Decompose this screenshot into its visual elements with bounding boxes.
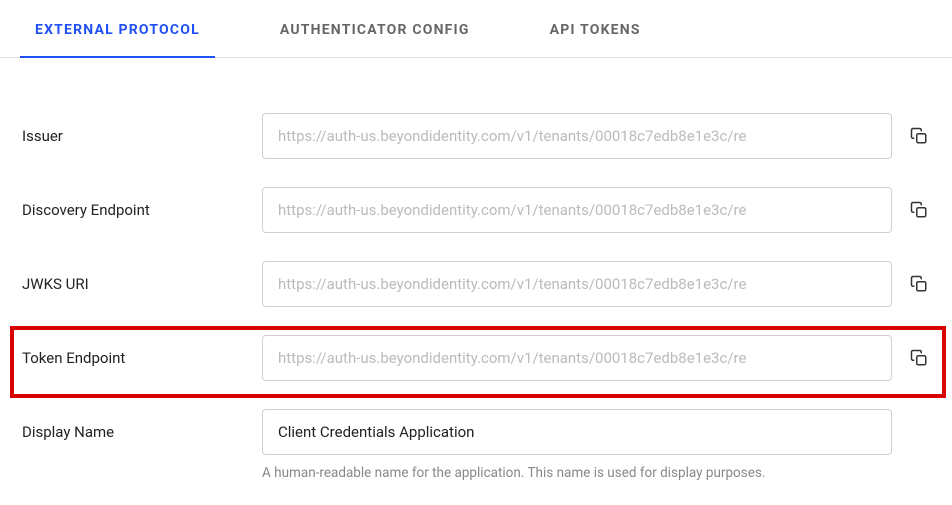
copy-icon[interactable]: [908, 273, 930, 295]
jwks-label: JWKS URI: [22, 275, 262, 293]
tab-bar: EXTERNAL PROTOCOL AUTHENTICATOR CONFIG A…: [0, 0, 952, 58]
jwks-input[interactable]: [262, 261, 892, 307]
issuer-input[interactable]: [262, 113, 892, 159]
copy-icon[interactable]: [908, 199, 930, 221]
discovery-input[interactable]: [262, 187, 892, 233]
jwks-row: JWKS URI: [22, 261, 930, 307]
tab-api-tokens[interactable]: API TOKENS: [535, 0, 656, 57]
token-endpoint-row: Token Endpoint: [22, 335, 930, 381]
tab-external-protocol[interactable]: EXTERNAL PROTOCOL: [20, 0, 215, 57]
token-endpoint-input[interactable]: [262, 335, 892, 381]
tab-authenticator-config[interactable]: AUTHENTICATOR CONFIG: [265, 0, 485, 57]
display-name-help: A human-readable name for the applicatio…: [262, 465, 930, 481]
issuer-row: Issuer: [22, 113, 930, 159]
discovery-label: Discovery Endpoint: [22, 201, 262, 219]
form-container: Issuer Discovery Endpoint JWKS URI Token…: [0, 113, 952, 481]
copy-icon[interactable]: [908, 347, 930, 369]
copy-icon[interactable]: [908, 125, 930, 147]
display-name-row: Display Name: [22, 409, 930, 455]
token-endpoint-label: Token Endpoint: [22, 349, 262, 367]
display-name-label: Display Name: [22, 423, 262, 441]
issuer-label: Issuer: [22, 127, 262, 145]
display-name-input[interactable]: [262, 409, 892, 455]
discovery-row: Discovery Endpoint: [22, 187, 930, 233]
